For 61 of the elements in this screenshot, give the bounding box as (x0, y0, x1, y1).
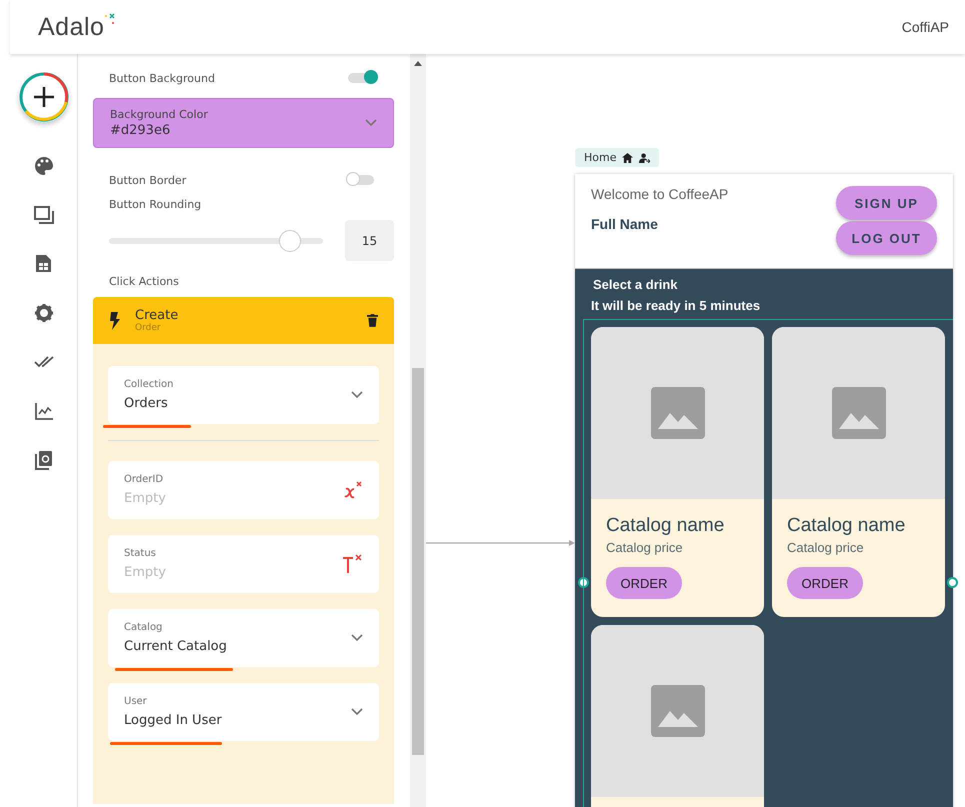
chevron-icon (351, 391, 363, 399)
settings-icon[interactable] (34, 303, 54, 323)
input-field[interactable]: Status Empty (108, 535, 379, 593)
number-field[interactable]: 15 (345, 220, 394, 261)
list-selection[interactable]: Catalog name Catalog price ORDER Catalog name Catalog price ORDER (583, 319, 953, 807)
product-price: Catalog price (787, 540, 865, 555)
lightning-icon (109, 310, 121, 330)
documents-icon[interactable] (34, 450, 54, 470)
chevron-icon (365, 119, 377, 127)
database-sheet-icon[interactable] (34, 254, 54, 274)
screens-icon[interactable] (34, 205, 54, 225)
action-title: Create (135, 308, 180, 323)
chevron-icon (351, 708, 363, 716)
dropdown-field[interactable]: Catalog Current Catalog (108, 609, 379, 667)
product-card[interactable]: Catalog name Catalog price ORDER (772, 327, 945, 617)
image-placeholder-icon (832, 387, 886, 439)
list-title: Select a drink (592, 276, 679, 292)
magic-number-icon[interactable] (343, 481, 363, 499)
order-button[interactable]: ORDER (787, 567, 863, 599)
field-label: Button Background (109, 72, 215, 84)
auth-button[interactable]: SIGN UP (836, 186, 937, 220)
resize-handle[interactable] (578, 577, 589, 588)
field-label: Button Border (109, 174, 186, 186)
welcome-text: Welcome to CoffeeAP (591, 186, 728, 202)
dropdown-field[interactable]: User Logged In User (108, 683, 379, 741)
home-icon (622, 152, 634, 162)
input-field[interactable]: OrderID Empty (108, 461, 379, 519)
product-card[interactable]: Catalog name Catalog price ORDER (591, 327, 764, 617)
app-name[interactable]: CoffiAP (902, 19, 949, 35)
chart-icon[interactable] (34, 401, 54, 421)
scrollbar-thumb[interactable] (412, 368, 424, 755)
sparkle-icon (104, 12, 116, 24)
palette-icon[interactable] (34, 156, 54, 176)
product-name: Catalog name (787, 515, 906, 537)
screen-tag[interactable]: Home (575, 148, 660, 167)
scroll-up-icon[interactable] (414, 61, 422, 66)
image-placeholder-icon (650, 685, 704, 737)
user-icon (639, 152, 650, 162)
screen-name: Home (584, 151, 616, 164)
color-dropdown[interactable]: Background Color #d293e6 (93, 98, 394, 148)
action-subtitle: Order (135, 323, 162, 333)
slider-thumb[interactable] (278, 230, 301, 252)
auth-button[interactable]: LOG OUT (836, 221, 937, 255)
trash-icon[interactable] (367, 314, 378, 327)
action-header[interactable]: Create Order (93, 297, 394, 344)
rounding-slider[interactable] (109, 230, 323, 252)
list-subtitle: It will be ready in 5 minutes (590, 297, 762, 315)
magic-text-icon[interactable] (341, 554, 363, 574)
section-label: Click Actions (109, 275, 179, 288)
field-label: Button Rounding (109, 198, 202, 210)
add-button[interactable] (18, 72, 68, 122)
order-button[interactable]: ORDER (606, 567, 682, 599)
dropdown-field[interactable]: Collection Orders (108, 366, 379, 424)
toggle-switch[interactable] (348, 175, 374, 185)
chevron-icon (351, 634, 363, 642)
logo-text: Adalo (38, 12, 104, 42)
full-name-text: Full Name (591, 216, 659, 232)
product-name: Catalog name (606, 515, 726, 537)
image-placeholder-icon (650, 387, 704, 439)
resize-handle[interactable] (947, 577, 958, 588)
product-price: Catalog price (606, 540, 684, 555)
